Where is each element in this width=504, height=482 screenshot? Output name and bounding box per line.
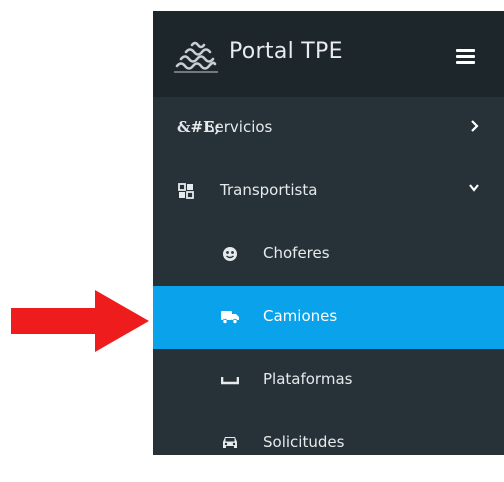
truck-icon [221, 311, 239, 324]
sidebar-item-choferes[interactable]: Choferes [153, 223, 504, 286]
sidebar-item-servicios[interactable]: &#E; Servicios [153, 97, 504, 160]
sidebar-item-transportista[interactable]: Transportista [153, 160, 504, 223]
sidebar-item-label: Servicios [205, 118, 273, 136]
platform-icon [221, 377, 239, 385]
car-icon [223, 437, 237, 448]
sidebar-item-plataformas[interactable]: Plataformas [153, 349, 504, 412]
sidebar-item-camiones[interactable]: Camiones [153, 286, 504, 349]
sidebar-item-solicitudes[interactable]: Solicitudes [153, 412, 504, 475]
waves-logo-icon [174, 41, 218, 73]
sidebar: Portal TPE &#E; Servicios Transportista [153, 11, 504, 455]
sidebar-header: Portal TPE [153, 11, 504, 97]
sidebar-item-label: Solicitudes [263, 433, 345, 451]
sidebar-item-label: Choferes [263, 244, 330, 262]
chevron-down-icon [469, 184, 479, 192]
sidebar-item-label: Camiones [263, 307, 338, 325]
sidebar-item-label: Transportista [220, 181, 318, 199]
brand-title: Portal TPE [229, 39, 343, 64]
grid-icon [178, 183, 194, 199]
hamburger-icon[interactable] [456, 49, 475, 67]
sidebar-item-label: Plataformas [263, 370, 353, 388]
chevron-right-icon [471, 120, 479, 132]
face-icon [223, 247, 237, 261]
red-arrow-icon [11, 290, 149, 352]
